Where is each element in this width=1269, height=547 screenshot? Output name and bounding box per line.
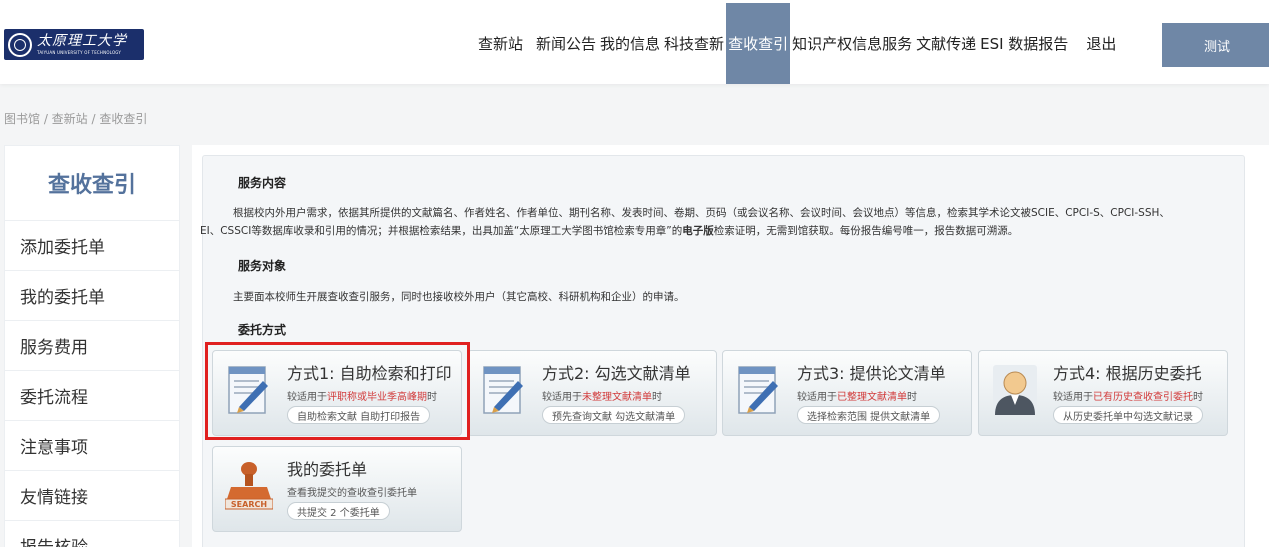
service-content-line-2: EI、CSSCI等数据库收录和引用的情况；并根据检索结果，出具加盖“太原理工大学… [200,225,1019,237]
card-description: 较适用于已有历史查收查引委托时 [1053,392,1203,403]
method-title: 委托方式 [238,323,287,337]
logo-english-name: TAIYUAN UNIVERSITY OF TECHNOLOGY [37,50,122,55]
service-target-text: 主要面本校师生开展查收查引服务，同时也接收校外用户（其它高校、科研机构和企业）的… [233,291,685,303]
service-content-title: 服务内容 [238,176,287,190]
document-pen-icon [738,366,778,414]
nav-item-doc-delivery[interactable]: 文献传递 [914,3,978,84]
test-user-button[interactable]: 测试 [1162,23,1269,67]
nav-item-logout[interactable]: 退出 [1084,3,1118,84]
sidebar-item-add-order[interactable]: 添加委托单 [5,221,179,271]
university-logo[interactable]: 太原理工大学 TAIYUAN UNIVERSITY OF TECHNOLOGY [4,29,144,60]
card-tag: 自助检索文献 自助打印报告 [287,406,431,424]
card-description: 较适用于已整理文献清单时 [797,392,917,403]
sidebar-title: 查收查引 [5,146,179,221]
sidebar: 查收查引 添加委托单 我的委托单 服务费用 委托流程 注意事项 友情链接 报告核… [4,145,180,547]
sidebar-item-notes[interactable]: 注意事项 [5,421,179,471]
card-description: 较适用于未整理文献清单时 [542,392,662,403]
method-card-select-list[interactable]: 方式2: 勾选文献清单 较适用于未整理文献清单时 预先查询文献 勾选文献清单 [467,350,717,436]
nav-item-news[interactable]: 新闻公告 [534,3,598,84]
card-tag: 共提交 2 个委托单 [287,502,390,520]
card-description: 查看我提交的查收查引委托单 [287,488,417,499]
electronic-version-text: 电子版 [682,225,714,237]
user-avatar-icon [993,365,1037,415]
card-title: 方式1: 自助检索和打印 [287,364,452,383]
nav-item-chaxinzhan[interactable]: 查新站 [476,3,525,84]
method-card-provide-list[interactable]: 方式3: 提供论文清单 较适用于已整理文献清单时 选择检索范围 提供文献清单 [722,350,972,436]
service-content-line-1: 根据校内外用户需求，依据其所提供的文献篇名、作者姓名、作者单位、期刊名称、发表时… [233,207,1170,219]
card-title: 方式3: 提供论文清单 [797,364,946,383]
card-title: 方式4: 根据历史委托 [1053,364,1202,383]
card-description: 较适用于评职称或毕业季高峰期时 [287,392,437,403]
nav-item-ip-service[interactable]: 知识产权信息服务 [790,3,914,84]
nav-item-citation-search[interactable]: 查收查引 [726,3,791,84]
sidebar-item-links[interactable]: 友情链接 [5,471,179,521]
nav-item-my-info[interactable]: 我的信息 [598,3,662,84]
university-seal-icon [8,32,32,57]
sidebar-item-fees[interactable]: 服务费用 [5,321,179,371]
my-orders-card[interactable]: SEARCH 我的委托单 查看我提交的查收查引委托单 共提交 2 个委托单 [212,446,462,532]
sidebar-item-my-orders[interactable]: 我的委托单 [5,271,179,321]
nav-item-esi-report[interactable]: ESI 数据报告 [978,3,1070,84]
breadcrumb: 图书馆 / 查新站 / 查收查引 [4,112,148,126]
card-tag: 预先查询文献 勾选文献清单 [542,406,686,424]
method-card-history[interactable]: 方式4: 根据历史委托 较适用于已有历史查收查引委托时 从历史委托单中勾选文献记… [978,350,1228,436]
card-title: 我的委托单 [287,460,368,479]
logo-chinese-name: 太原理工大学 [37,33,127,49]
top-header: 太原理工大学 TAIYUAN UNIVERSITY OF TECHNOLOGY … [0,0,1269,84]
method-card-self-service[interactable]: 方式1: 自助检索和打印 较适用于评职称或毕业季高峰期时 自助检索文献 自助打印… [212,350,462,436]
search-stamp-icon: SEARCH [225,462,273,510]
nav-item-tech-novelty[interactable]: 科技查新 [662,3,726,84]
sidebar-item-report-verify[interactable]: 报告核验 [5,521,179,547]
card-title: 方式2: 勾选文献清单 [542,364,691,383]
card-tag: 从历史委托单中勾选文献记录 [1053,406,1203,424]
sidebar-item-process[interactable]: 委托流程 [5,371,179,421]
service-target-title: 服务对象 [238,259,287,273]
stamp-label: SEARCH [231,500,267,509]
document-pen-icon [483,366,523,414]
main-nav: 查新站 新闻公告 我的信息 科技查新 查收查引 知识产权信息服务 文献传递 ES… [476,3,1118,84]
document-pen-icon [228,366,268,414]
card-tag: 选择检索范围 提供文献清单 [797,406,941,424]
